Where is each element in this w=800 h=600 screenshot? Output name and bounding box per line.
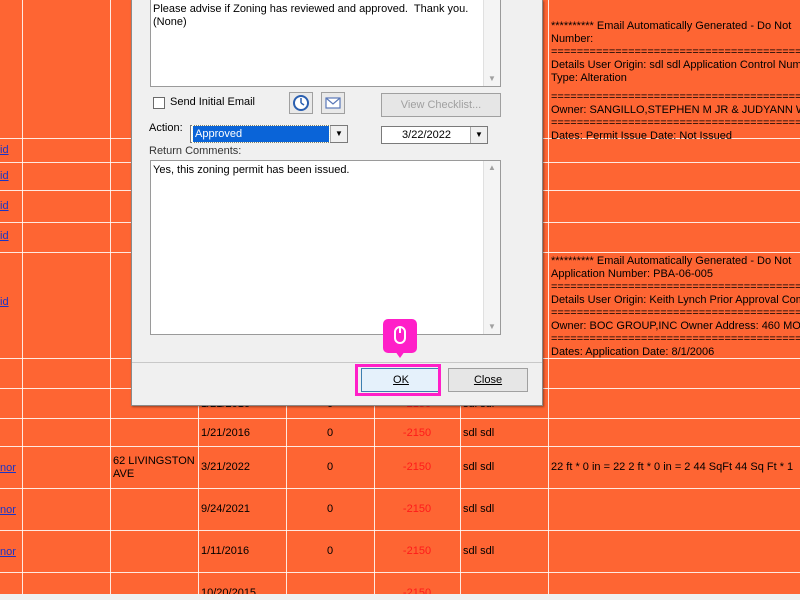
send-initial-email-checkbox[interactable] <box>153 97 165 109</box>
row-date: 1/11/2016 <box>201 545 250 557</box>
grid-link[interactable]: nor <box>0 546 16 559</box>
return-comments-label: Return Comments: <box>149 145 242 157</box>
row-amount: -2150 <box>402 503 432 515</box>
row-amount: -2150 <box>402 461 432 473</box>
window-bottom-edge <box>0 594 800 600</box>
row-date: 9/24/2021 <box>201 503 250 515</box>
review-dialog: Please advise if Zoning has reviewed and… <box>131 0 543 406</box>
close-label: Close <box>473 374 503 386</box>
return-comments-scrollbar[interactable]: ▲ ▼ <box>483 161 500 334</box>
action-selected-value: Approved <box>192 125 330 143</box>
action-select[interactable]: Approved ▼ <box>190 125 348 143</box>
row-date: 1/21/2016 <box>201 427 250 439</box>
grid-link[interactable]: id <box>0 230 9 243</box>
clock-icon <box>293 95 309 111</box>
row-zero: 0 <box>326 427 334 439</box>
row-note: 22 ft * 0 in = 22 2 ft * 0 in = 2 44 SqF… <box>551 461 794 473</box>
row-zero: 0 <box>326 503 334 515</box>
row-zero: 0 <box>326 461 334 473</box>
row-address: 62 LIVINGSTON AVE <box>113 455 195 480</box>
grid-link[interactable]: id <box>0 144 9 157</box>
dialog-button-bar: OK Close <box>132 362 542 405</box>
click-highlight <box>355 364 441 396</box>
mouse-icon <box>394 326 406 344</box>
email-button[interactable] <box>321 92 345 114</box>
view-checklist-button[interactable]: View Checklist... <box>381 93 501 117</box>
request-text: Please advise if Zoning has reviewed and… <box>153 3 469 28</box>
envelope-icon <box>325 97 341 109</box>
grid-link[interactable]: id <box>0 200 9 213</box>
row-user: sdl sdl <box>463 545 495 557</box>
mouse-click-marker <box>383 319 417 358</box>
scroll-down-icon[interactable]: ▼ <box>484 72 500 86</box>
row-user: sdl sdl <box>463 427 495 439</box>
notes-block-1: ********** Email Automatically Generated… <box>551 20 800 142</box>
row-user: sdl sdl <box>463 461 495 473</box>
scroll-down-icon[interactable]: ▼ <box>484 320 500 334</box>
row-amount: -2150 <box>402 545 432 557</box>
grid-link[interactable]: id <box>0 296 9 309</box>
grid-link[interactable]: nor <box>0 504 16 517</box>
request-textarea[interactable]: Please advise if Zoning has reviewed and… <box>150 0 501 87</box>
notes-block-2: ********** Email Automatically Generated… <box>551 255 800 358</box>
close-button[interactable]: Close <box>448 368 528 392</box>
date-picker[interactable]: 3/22/2022 ▼ <box>381 126 488 144</box>
return-comments-text: Yes, this zoning permit has been issued. <box>153 164 350 176</box>
return-comments-textarea[interactable]: Yes, this zoning permit has been issued.… <box>150 160 501 335</box>
request-scrollbar[interactable]: ▼ <box>483 0 500 86</box>
row-user: sdl sdl <box>463 503 495 515</box>
grid-link[interactable]: nor <box>0 462 16 475</box>
scroll-up-icon[interactable]: ▲ <box>484 161 500 175</box>
chevron-down-icon[interactable]: ▼ <box>470 127 487 143</box>
row-date: 3/21/2022 <box>201 461 250 473</box>
grid-link[interactable]: id <box>0 170 9 183</box>
row-amount: -2150 <box>402 427 432 439</box>
date-value: 3/22/2022 <box>402 129 451 141</box>
send-initial-email-label: Send Initial Email <box>170 96 255 108</box>
clock-button[interactable] <box>289 92 313 114</box>
chevron-down-icon[interactable]: ▼ <box>330 126 347 142</box>
action-label: Action: <box>149 122 183 134</box>
row-zero: 0 <box>326 545 334 557</box>
